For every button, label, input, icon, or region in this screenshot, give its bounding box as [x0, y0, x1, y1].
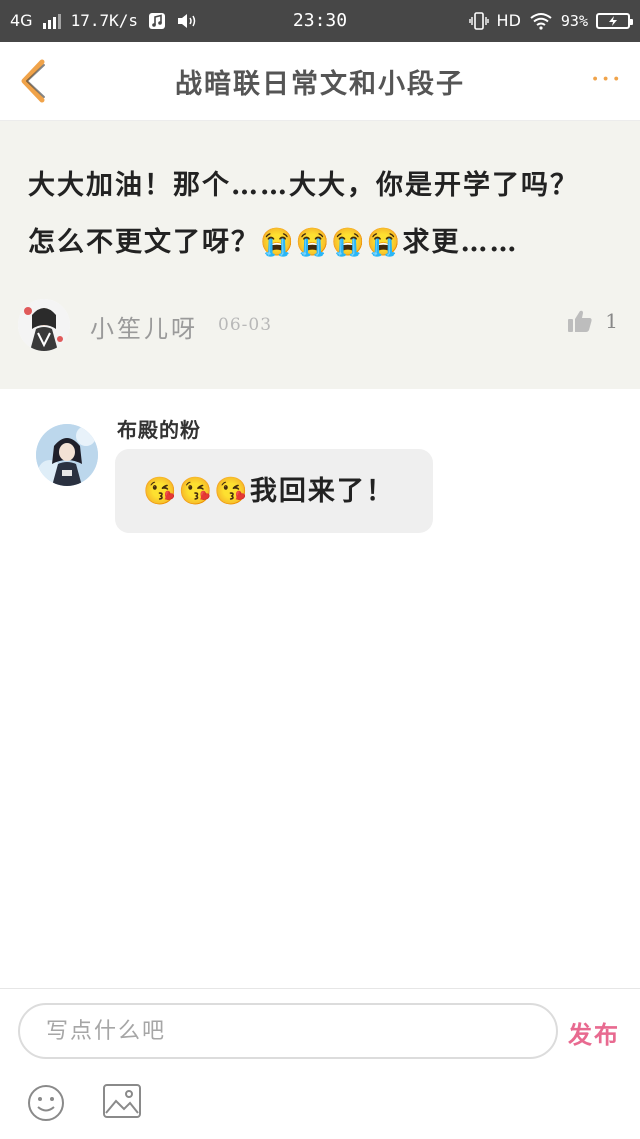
hd-label: HD	[496, 11, 521, 30]
original-comment: 大大加油！那个……大大，你是开学了吗？ 怎么不更文了呀？😭😭😭😭求更…… 小笙儿…	[0, 121, 640, 389]
reply-avatar[interactable]	[36, 424, 98, 486]
like-button[interactable]: 1	[567, 309, 618, 333]
comment-date: 06-03	[218, 315, 273, 335]
reply-bubble: 😘😘😘我回来了！	[115, 449, 433, 533]
status-bar: 4G 17.7K/s 23:30 HD 93%	[0, 0, 640, 42]
top-app-bar: 战暗联日常文和小段子 ···	[0, 42, 640, 121]
comment-composer: 发布	[0, 988, 640, 1139]
comment-input[interactable]	[18, 1003, 558, 1059]
send-button[interactable]: 发布	[568, 1015, 620, 1050]
like-count: 1	[605, 309, 618, 333]
wifi-icon	[530, 12, 552, 30]
status-right: HD 93%	[468, 11, 633, 30]
page-title: 战暗联日常文和小段子	[175, 69, 465, 100]
emoji-icon[interactable]	[26, 1083, 66, 1123]
avatar[interactable]	[18, 299, 70, 351]
thumbs-up-icon	[568, 310, 592, 332]
reply-text: 😘😘😘我回来了！	[143, 476, 395, 507]
vibrate-icon	[468, 11, 489, 30]
comment-meta: 小笙儿呀 06-03 1	[18, 299, 622, 351]
comment-text-line2: 怎么不更文了呀？😭😭😭😭求更……	[28, 227, 519, 258]
battery-percent: 93%	[560, 11, 588, 30]
comment-text: 大大加油！那个……大大，你是开学了吗？ 怎么不更文了呀？😭😭😭😭求更……	[28, 157, 618, 271]
comment-text-line1: 大大加油！那个……大大，你是开学了吗？	[28, 170, 579, 201]
more-icon[interactable]: ···	[590, 65, 622, 95]
battery-icon	[596, 12, 633, 29]
comment-author[interactable]: 小笙儿呀	[90, 309, 198, 344]
image-icon[interactable]	[102, 1083, 142, 1119]
reply-author[interactable]: 布殿的粉	[117, 414, 201, 443]
